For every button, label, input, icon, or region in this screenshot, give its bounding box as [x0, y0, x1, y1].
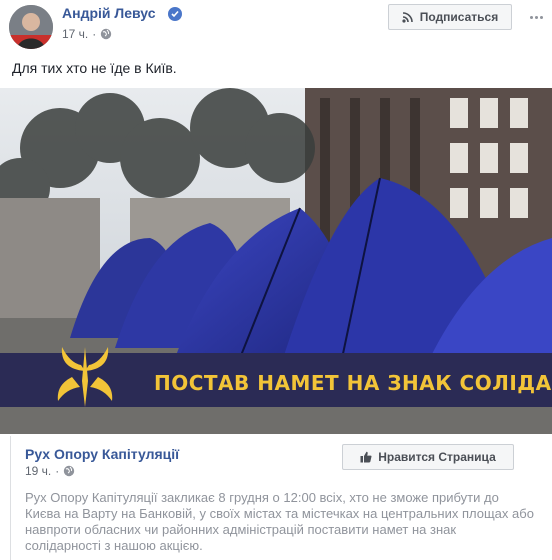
post-meta: 17 ч. · [62, 27, 112, 41]
like-page-button[interactable]: Нравится Страница [342, 444, 514, 470]
author-avatar[interactable] [9, 5, 53, 49]
thumbs-up-icon [360, 451, 372, 463]
shared-post-timestamp[interactable]: 19 ч. [25, 464, 51, 478]
dot-separator: · [92, 27, 97, 41]
trident-emblem-icon [57, 347, 113, 407]
verified-badge-icon [168, 7, 182, 21]
post-timestamp[interactable]: 17 ч. [62, 27, 88, 41]
globe-icon[interactable] [63, 465, 75, 477]
shared-page-name[interactable]: Рух Опору Капітуляції [25, 446, 179, 462]
author-name[interactable]: Андрій Левус [62, 5, 155, 21]
banner-text: ПОСТАВ НАМЕТ НА ЗНАК СОЛІДАРНОСТІ [154, 371, 552, 395]
like-page-label: Нравится Страница [378, 450, 496, 464]
shared-post-meta: 19 ч. · [25, 464, 75, 478]
post-text: Для тих хто не їде в Київ. [12, 60, 177, 76]
subscribe-button[interactable]: Подписаться [388, 4, 512, 30]
post-image[interactable]: ПОСТАВ НАМЕТ НА ЗНАК СОЛІДАРНОСТІ [0, 88, 552, 434]
image-banner: ПОСТАВ НАМЕТ НА ЗНАК СОЛІДАРНОСТІ [0, 347, 552, 407]
more-icon[interactable] [524, 4, 548, 30]
shared-post-card[interactable]: Рух Опору Капітуляції 19 ч. · Нравится С… [10, 436, 542, 560]
dot-separator: · [55, 464, 60, 478]
shared-post-text: Рух Опору Капітуляції закликає 8 грудня … [25, 490, 534, 553]
facebook-post: Андрій Левус 17 ч. · Подписаться Для тих… [0, 0, 552, 560]
globe-icon[interactable] [100, 28, 112, 40]
subscribe-label: Подписаться [419, 10, 499, 24]
rss-icon [402, 12, 413, 23]
